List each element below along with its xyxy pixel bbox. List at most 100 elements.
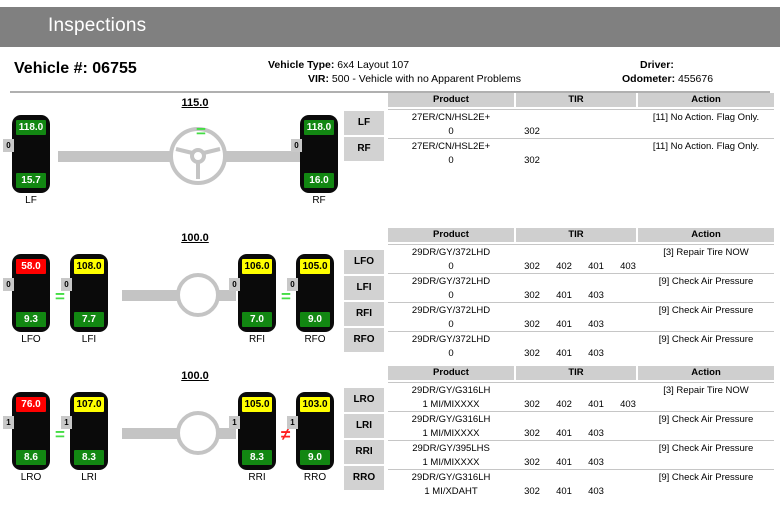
cell-product: 29DR/GY/372LHD bbox=[388, 305, 514, 316]
tir-code: 403 bbox=[580, 457, 612, 468]
cell-tir: 302402401403 bbox=[516, 261, 644, 272]
table-row[interactable]: 29DR/GY/372LHD0302401403[9] Check Air Pr… bbox=[388, 331, 774, 366]
tire-label-rro: RRO bbox=[292, 472, 338, 483]
tire-comparison-neq: ≠ bbox=[281, 426, 290, 443]
tire-badge: 0 bbox=[3, 278, 14, 291]
tire-lri[interactable]: 107.08.31 bbox=[70, 392, 108, 470]
tir-code: 302 bbox=[516, 290, 548, 301]
table-header-row: ProductTIRAction bbox=[388, 228, 774, 242]
cell-tir: 302401403 bbox=[516, 428, 612, 439]
cell-action: [9] Check Air Pressure bbox=[638, 334, 774, 345]
cell-tir: 302 bbox=[516, 126, 548, 137]
tire-lro[interactable]: 76.08.61 bbox=[12, 392, 50, 470]
column-header-action: Action bbox=[638, 366, 774, 380]
tire-label-lri: LRI bbox=[66, 472, 112, 483]
table-row[interactable]: 29DR/GY/G316LH1 MI/XDAHT302401403[9] Che… bbox=[388, 469, 774, 504]
cell-serial: 0 bbox=[388, 290, 514, 301]
column-header-tir: TIR bbox=[516, 93, 636, 107]
tire-tread-value: 9.0 bbox=[300, 450, 330, 465]
tire-tread-value: 16.0 bbox=[304, 173, 334, 188]
cell-serial: 0 bbox=[388, 155, 514, 166]
tir-code: 302 bbox=[516, 348, 548, 359]
position-button-rf[interactable]: RF bbox=[344, 137, 384, 161]
tire-pressure-value: 108.0 bbox=[74, 259, 104, 274]
cell-action: [9] Check Air Pressure bbox=[638, 443, 774, 454]
cell-serial: 1 MI/MIXXXX bbox=[388, 399, 514, 410]
tire-rfo[interactable]: 105.09.00 bbox=[296, 254, 334, 332]
odometer-label: Odometer: bbox=[622, 73, 675, 85]
position-button-lfo[interactable]: LFO bbox=[344, 250, 384, 274]
cell-tir: 302401403 bbox=[516, 486, 612, 497]
driver-label: Driver: bbox=[640, 59, 674, 71]
tire-tread-value: 7.7 bbox=[74, 312, 104, 327]
cell-product: 29DR/GY/G316LH bbox=[388, 414, 514, 425]
tire-rf[interactable]: 118.016.00 bbox=[300, 115, 338, 193]
tire-pressure-value: 105.0 bbox=[242, 397, 272, 412]
tire-badge: 1 bbox=[3, 416, 14, 429]
axle-section-3: 100.0 76.08.61 LRO 107.08.31 LRI 105.0 8.3 1 RRI… bbox=[0, 366, 780, 501]
axle-hub-icon bbox=[176, 411, 220, 455]
axle-weight: 100.0 bbox=[140, 370, 250, 382]
tir-code: 302 bbox=[516, 319, 548, 330]
tir-code: 401 bbox=[548, 290, 580, 301]
column-header-tir: TIR bbox=[516, 366, 636, 380]
tir-code: 302 bbox=[516, 486, 548, 497]
tir-code: 401 bbox=[548, 457, 580, 468]
tir-code: 403 bbox=[580, 428, 612, 439]
vehicle-number: Vehicle #: 06755 bbox=[14, 60, 137, 78]
cell-product: 29DR/GY/395LHS bbox=[388, 443, 514, 454]
cell-tir: 302401403 bbox=[516, 457, 612, 468]
table-row[interactable]: 27ER/CN/HSL2E+0302[11] No Action. Flag O… bbox=[388, 138, 774, 173]
cell-product: 27ER/CN/HSL2E+ bbox=[388, 141, 514, 152]
tir-code: 402 bbox=[548, 261, 580, 272]
tir-code: 302 bbox=[516, 428, 548, 439]
tir-code: 401 bbox=[548, 319, 580, 330]
cell-serial: 1 MI/MIXXXX bbox=[388, 457, 514, 468]
position-button-lri[interactable]: LRI bbox=[344, 414, 384, 438]
position-button-rfi[interactable]: RFI bbox=[344, 302, 384, 326]
cell-action: [9] Check Air Pressure bbox=[638, 276, 774, 287]
tire-tread-value: 8.6 bbox=[16, 450, 46, 465]
tire-label-rf: RF bbox=[296, 195, 342, 206]
axle-weight: 115.0 bbox=[140, 97, 250, 109]
cell-action: [3] Repair Tire NOW bbox=[638, 247, 774, 258]
cell-product: 29DR/GY/372LHD bbox=[388, 247, 514, 258]
tir-code: 403 bbox=[580, 348, 612, 359]
position-button-lro[interactable]: LRO bbox=[344, 388, 384, 412]
tir-code: 403 bbox=[612, 261, 644, 272]
tire-lf[interactable]: 118.015.70 bbox=[12, 115, 50, 193]
tire-comparison-eq: = bbox=[196, 123, 206, 140]
tire-pressure-value: 58.0 bbox=[16, 259, 46, 274]
tire-label-lro: LRO bbox=[8, 472, 54, 483]
tire-rfi[interactable]: 106.07.00 bbox=[238, 254, 276, 332]
position-button-rro[interactable]: RRO bbox=[344, 466, 384, 490]
tir-code: 401 bbox=[548, 428, 580, 439]
position-button-rfo[interactable]: RFO bbox=[344, 328, 384, 352]
odometer-value: 455676 bbox=[678, 73, 713, 85]
vehicle-type-value: 6x4 Layout 107 bbox=[337, 59, 409, 71]
tire-lfo[interactable]: 58.09.30 bbox=[12, 254, 50, 332]
tire-tread-value: 8.3 bbox=[242, 450, 272, 465]
tire-pressure-value: 105.0 bbox=[300, 259, 330, 274]
cell-serial: 0 bbox=[388, 261, 514, 272]
tire-pressure-value: 118.0 bbox=[304, 120, 334, 135]
tir-code: 402 bbox=[548, 399, 580, 410]
tire-tread-value: 8.3 bbox=[74, 450, 104, 465]
position-button-lf[interactable]: LF bbox=[344, 111, 384, 135]
cell-tir: 302401403 bbox=[516, 290, 612, 301]
tire-tread-value: 7.0 bbox=[242, 312, 272, 327]
position-button-rri[interactable]: RRI bbox=[344, 440, 384, 464]
cell-product: 29DR/GY/G316LH bbox=[388, 385, 514, 396]
tir-code: 403 bbox=[580, 319, 612, 330]
cell-product: 29DR/GY/372LHD bbox=[388, 334, 514, 345]
tire-lfi[interactable]: 108.07.70 bbox=[70, 254, 108, 332]
position-button-lfi[interactable]: LFI bbox=[344, 276, 384, 300]
cell-serial: 1 MI/XDAHT bbox=[388, 486, 514, 497]
cell-tir: 302402401403 bbox=[516, 399, 644, 410]
tire-rro[interactable]: 103.09.01 bbox=[296, 392, 334, 470]
tire-rri[interactable]: 105.08.31 bbox=[238, 392, 276, 470]
vehicle-header: Vehicle #: 06755 Vehicle Type: 6x4 Layou… bbox=[0, 51, 780, 89]
tir-code: 401 bbox=[548, 348, 580, 359]
column-header-product: Product bbox=[388, 228, 514, 242]
cell-serial: 0 bbox=[388, 319, 514, 330]
